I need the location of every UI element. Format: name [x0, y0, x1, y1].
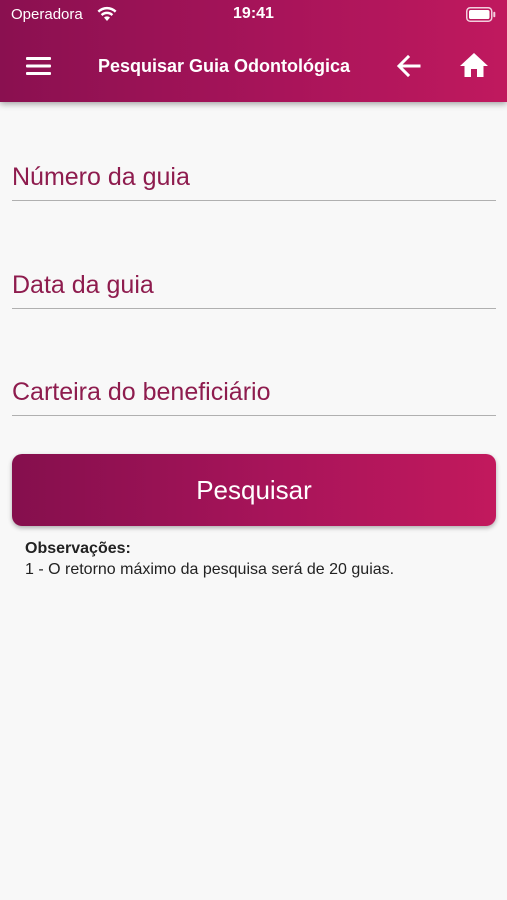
home-button[interactable]: [457, 50, 491, 80]
notes-section: Observações: 1 - O retorno máximo da pes…: [25, 540, 394, 579]
back-button[interactable]: [393, 52, 425, 80]
status-bar: Operadora 19:41: [0, 0, 507, 32]
notes-title: Observações:: [25, 540, 131, 557]
toolbar: Pesquisar Guia Odontológica: [0, 40, 507, 92]
search-button[interactable]: Pesquisar: [12, 454, 496, 526]
guide-date-input[interactable]: [12, 271, 496, 300]
battery-icon: [466, 7, 496, 27]
beneficiary-card-input[interactable]: [12, 378, 496, 407]
beneficiary-card-field: [12, 356, 496, 416]
guide-date-field: [12, 249, 496, 309]
status-time: 19:41: [233, 5, 274, 22]
menu-icon: [26, 57, 51, 75]
notes-text: 1 - O retorno máximo da pesquisa será de…: [25, 561, 395, 578]
guide-number-field: [12, 141, 496, 201]
app-header: Operadora 19:41 Pesquisar Guia Odontológ…: [0, 0, 507, 102]
guide-number-input[interactable]: [12, 163, 496, 192]
page-title: Pesquisar Guia Odontológica: [98, 56, 351, 76]
arrow-left-icon: [396, 54, 421, 78]
menu-button[interactable]: [20, 52, 56, 80]
home-icon: [460, 53, 488, 77]
